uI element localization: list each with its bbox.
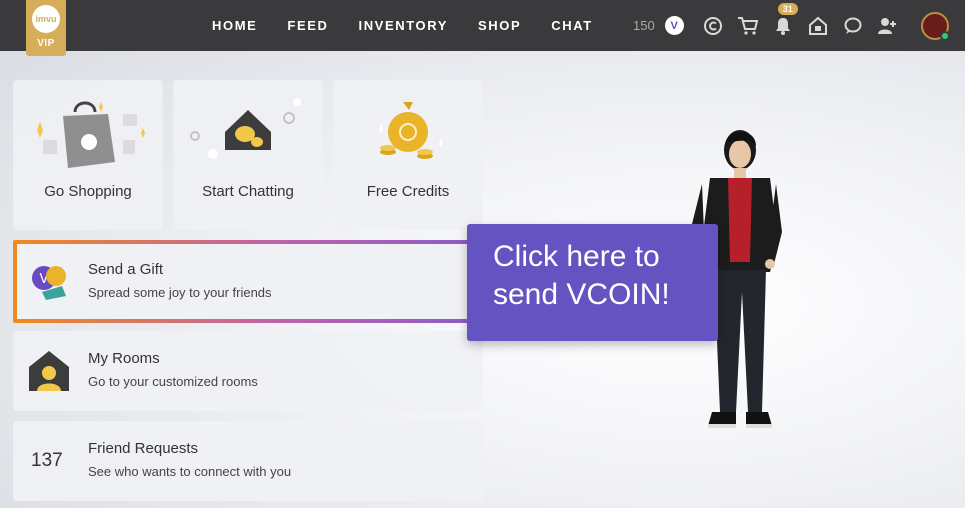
top-nav-bar: HOME FEED INVENTORY SHOP CHAT 150 V 31 <box>0 0 965 51</box>
send-gift-title: Send a Gift <box>88 261 164 278</box>
nav-feed[interactable]: FEED <box>287 18 328 33</box>
my-rooms-card[interactable]: My Rooms Go to your customized rooms <box>13 331 483 411</box>
vip-logo-badge[interactable]: imvu VIP <box>26 0 66 56</box>
friend-requests-title: Friend Requests <box>88 440 199 457</box>
shopping-bag-icon <box>13 92 163 172</box>
vip-label: VIP <box>37 38 55 49</box>
notifications-icon[interactable]: 31 <box>772 2 798 37</box>
friend-request-count: 137 <box>31 450 63 471</box>
nav-right-tools: 150 V 31 <box>633 0 912 51</box>
main-nav: HOME FEED INVENTORY SHOP CHAT <box>212 0 623 51</box>
my-rooms-subtitle: Go to your customized rooms <box>88 374 258 389</box>
start-chatting-tile[interactable]: Start Chatting <box>173 80 323 230</box>
friends-icon[interactable] <box>877 15 899 37</box>
callout-line-2: send VCOIN! <box>493 278 670 311</box>
nav-shop[interactable]: SHOP <box>478 18 521 33</box>
chat-bubble-icon[interactable] <box>842 15 864 37</box>
friend-requests-card[interactable]: 137 Friend Requests See who wants to con… <box>13 421 483 501</box>
rooms-icon[interactable] <box>807 15 829 37</box>
friend-requests-subtitle: See who wants to connect with you <box>88 464 292 479</box>
free-credits-label: Free Credits <box>366 183 450 200</box>
money-bag-icon <box>333 92 483 172</box>
notification-count-badge: 31 <box>777 2 798 15</box>
nav-chat[interactable]: CHAT <box>551 18 593 33</box>
start-chatting-label: Start Chatting <box>202 183 294 200</box>
credits-icon[interactable] <box>702 15 724 37</box>
credits-balance: 150 <box>633 18 655 33</box>
send-gift-card[interactable]: V Send a Gift Spread some joy to your fr… <box>13 240 483 323</box>
nav-home[interactable]: HOME <box>212 18 257 33</box>
send-gift-subtitle: Spread some joy to your friends <box>88 285 272 300</box>
chat-house-icon <box>173 92 323 172</box>
imvu-logo: imvu <box>32 5 60 33</box>
online-status-dot <box>940 31 950 41</box>
cart-icon[interactable] <box>737 15 759 37</box>
vcoin-icon[interactable]: V <box>664 16 684 35</box>
callout-line-1: Click here to <box>493 240 660 273</box>
go-shopping-label: Go Shopping <box>44 183 132 200</box>
free-credits-tile[interactable]: Free Credits <box>333 80 483 230</box>
my-rooms-title: My Rooms <box>88 350 160 367</box>
go-shopping-tile[interactable]: Go Shopping <box>13 80 163 230</box>
nav-inventory[interactable]: INVENTORY <box>358 18 448 33</box>
gift-vcoin-icon: V <box>28 258 70 302</box>
room-house-icon <box>28 349 70 393</box>
send-vcoin-callout[interactable]: Click here to send VCOIN! <box>467 224 718 341</box>
